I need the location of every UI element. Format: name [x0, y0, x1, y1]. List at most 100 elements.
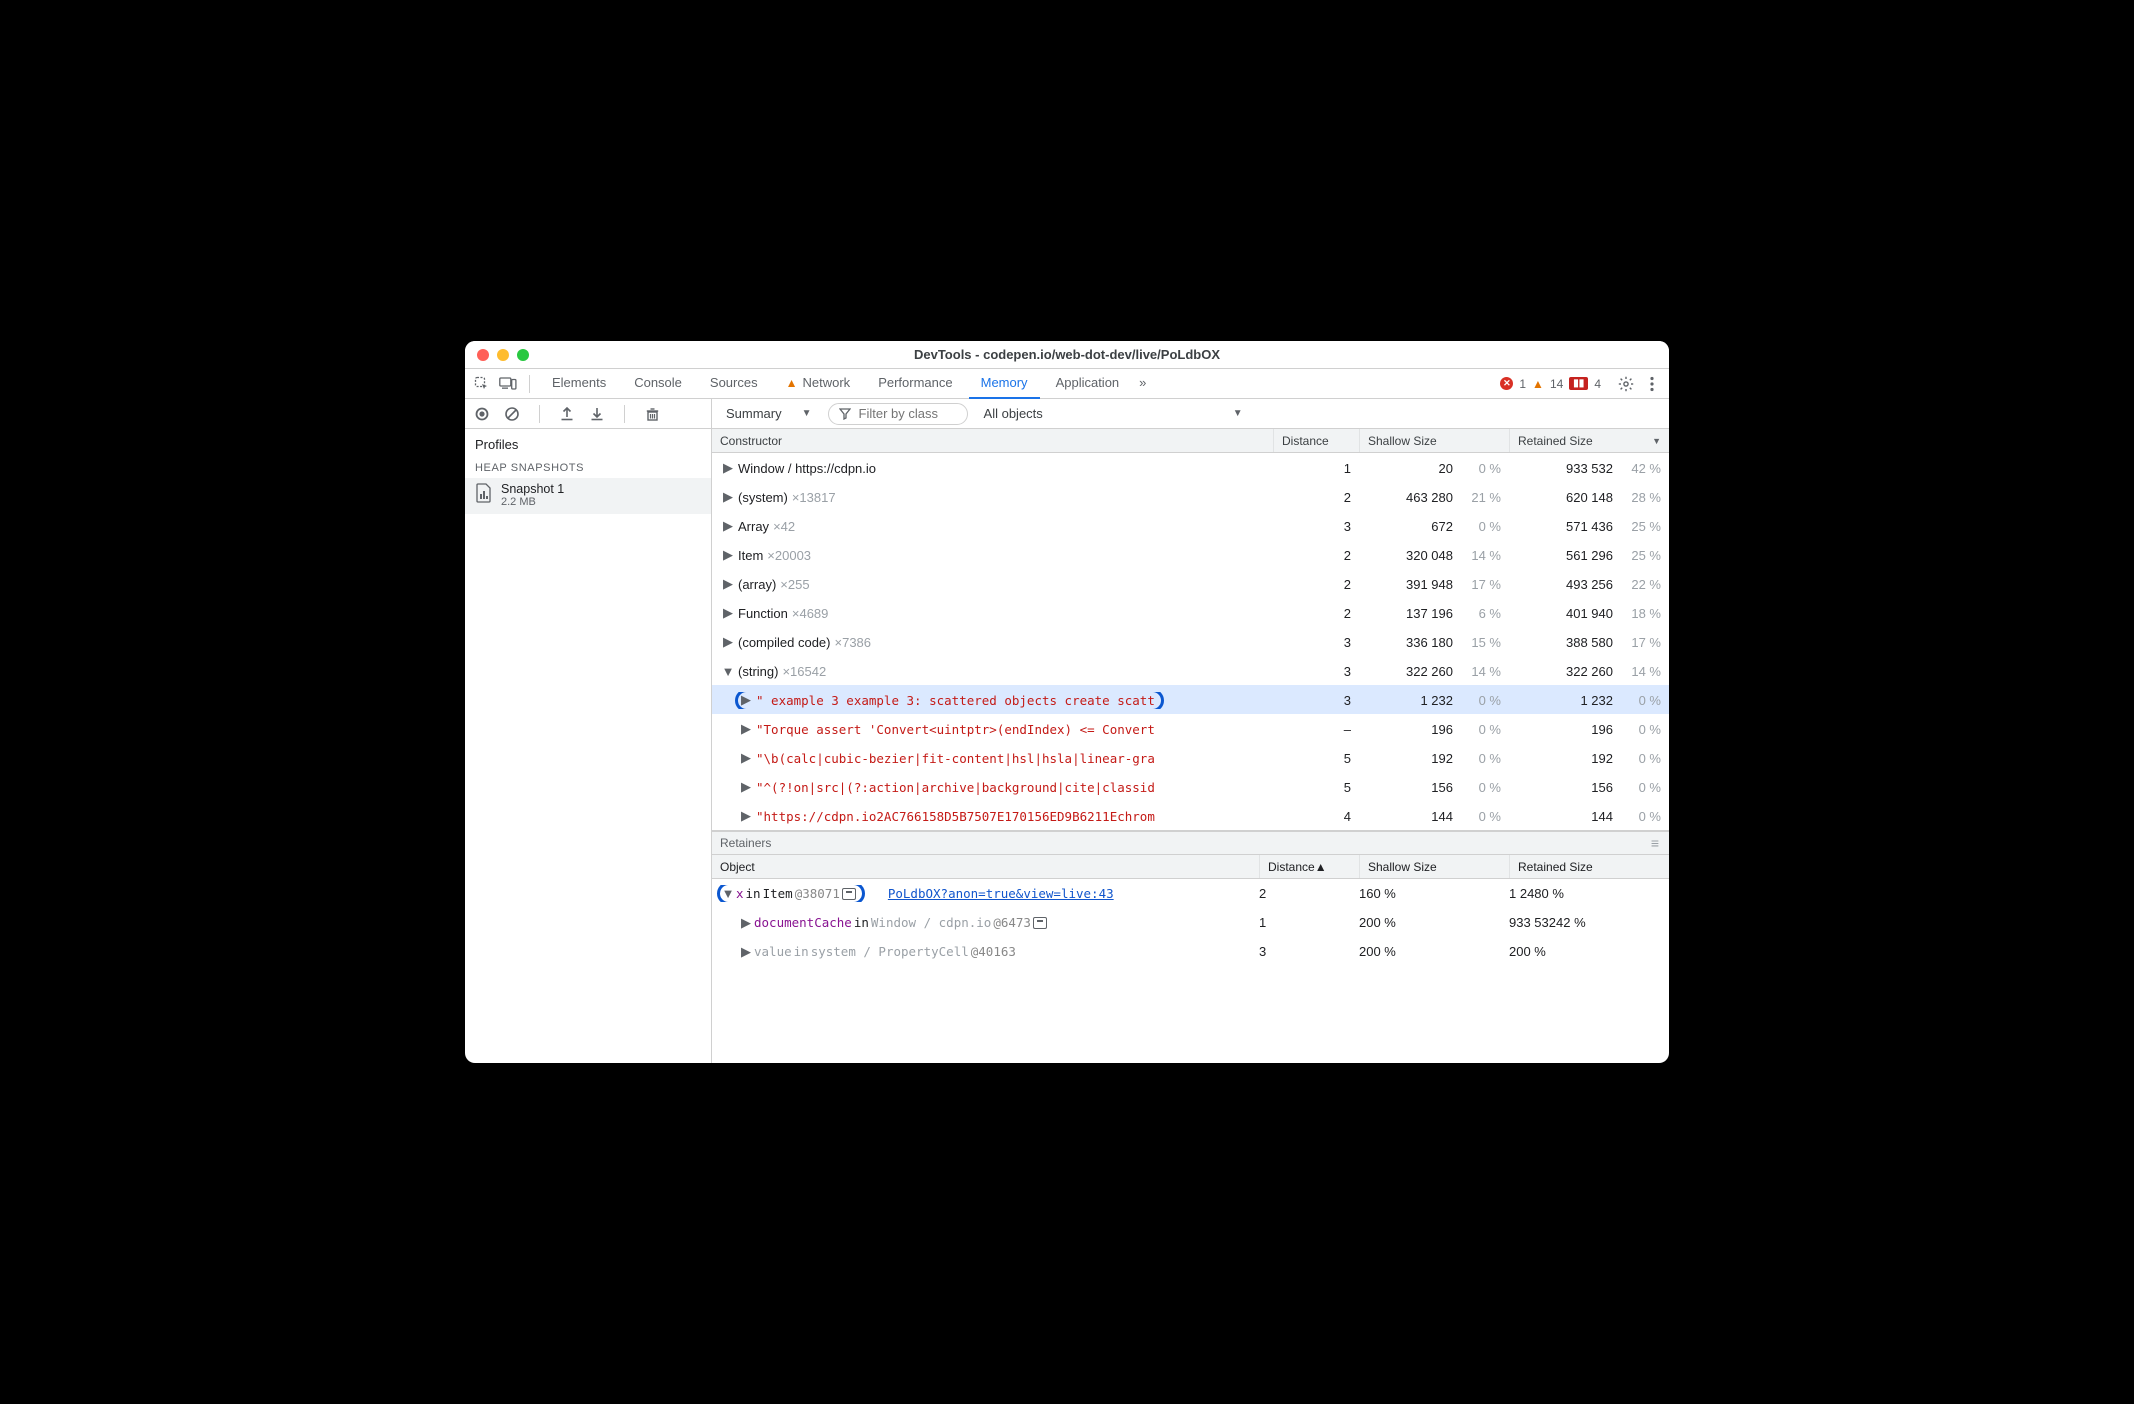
load-icon[interactable] — [558, 405, 576, 423]
table-row[interactable]: ▶Window / https://cdpn.io1200 %933 53242… — [712, 453, 1669, 482]
retainer-row[interactable]: ▶documentCache in Window / cdpn.io @6473… — [712, 908, 1669, 937]
close-window-icon[interactable] — [477, 349, 489, 361]
class-filter-input[interactable] — [828, 403, 968, 425]
table-row[interactable]: ▶Function ×46892137 1966 %401 94018 % — [712, 598, 1669, 627]
chevron-right-icon[interactable]: ▶ — [722, 520, 734, 532]
table-row[interactable]: ▶Array ×4236720 %571 43625 % — [712, 511, 1669, 540]
summary-dropdown[interactable]: Summary ▼ — [720, 404, 818, 423]
cell-distance: 3 — [1259, 944, 1359, 959]
retainers-header: Retainers ≡ — [712, 831, 1669, 855]
chevron-right-icon[interactable]: ▶ — [740, 781, 752, 793]
separator — [529, 375, 530, 393]
row-content: ▶(array) ×255 — [720, 576, 816, 593]
inspect-icon[interactable] — [471, 373, 493, 395]
chevron-right-icon[interactable]: ▶ — [722, 636, 734, 648]
row-constructor-name: Window / https://cdpn.io — [738, 461, 876, 476]
table-row[interactable]: ▶"\b(calc|cubic-bezier|fit-content|hsl|h… — [712, 743, 1669, 772]
source-link[interactable]: PoLdbOX?anon=true&view=live:43 — [888, 886, 1114, 901]
titlebar: DevTools - codepen.io/web-dot-dev/live/P… — [465, 341, 1669, 369]
kebab-menu-icon[interactable] — [1641, 373, 1663, 395]
allobjects-dropdown[interactable]: All objects ▼ — [978, 404, 1249, 423]
retainers-table-header: Object Distance ▲ Shallow Size Retained … — [712, 855, 1669, 879]
class-filter-field[interactable] — [857, 405, 957, 422]
device-toggle-icon[interactable] — [497, 373, 519, 395]
col-shallow[interactable]: Shallow Size — [1359, 429, 1509, 452]
gear-icon[interactable] — [1615, 373, 1637, 395]
retainers-title: Retainers — [720, 836, 771, 850]
row-constructor-name: Function — [738, 606, 788, 621]
chevron-right-icon[interactable]: ▶ — [722, 578, 734, 590]
popout-icon[interactable] — [842, 888, 856, 900]
chevron-right-icon[interactable]: ▶ — [740, 723, 752, 735]
retainer-property: x — [736, 886, 744, 901]
tab-performance[interactable]: Performance — [866, 369, 964, 399]
table-body[interactable]: ▶Window / https://cdpn.io1200 %933 53242… — [712, 453, 1669, 831]
chevron-right-icon[interactable]: ▶ — [740, 946, 752, 958]
row-count: ×4689 — [792, 606, 829, 621]
cell-distance: 2 — [1259, 886, 1359, 901]
row-string-value: "https://cdpn.io2AC766158D5B7507E170156E… — [756, 809, 1155, 824]
cell-distance: – — [1273, 722, 1359, 737]
tab-console[interactable]: Console — [622, 369, 694, 399]
left-sidebar: Profiles HEAP SNAPSHOTS Snapshot 1 2.2 M… — [465, 399, 712, 1063]
table-row[interactable]: ▶(compiled code) ×73863336 18015 %388 58… — [712, 627, 1669, 656]
table-row[interactable]: ▶Item ×200032320 04814 %561 29625 % — [712, 540, 1669, 569]
record-icon[interactable] — [473, 405, 491, 423]
table-row[interactable]: ▶"^(?!on|src|(?:action|archive|backgroun… — [712, 772, 1669, 801]
rcol-object[interactable]: Object — [712, 855, 1259, 878]
tab-elements[interactable]: Elements — [540, 369, 618, 399]
tabs-more[interactable]: » — [1135, 369, 1150, 399]
chevron-right-icon[interactable]: ▶ — [740, 917, 752, 929]
table-row[interactable]: ▶" example 3 example 3: scattered object… — [712, 685, 1669, 714]
save-icon[interactable] — [588, 405, 606, 423]
constructors-table: Constructor Distance Shallow Size Retain… — [712, 429, 1669, 1063]
row-content: ▶"^(?!on|src|(?:action|archive|backgroun… — [738, 779, 1161, 796]
retainers-menu-icon[interactable]: ≡ — [1651, 835, 1661, 851]
snapshot-item[interactable]: Snapshot 1 2.2 MB — [465, 478, 711, 514]
table-row[interactable]: ▶ "Torque assert 'Convert<uintptr>(endInd… — [712, 714, 1669, 743]
rcol-distance[interactable]: Distance ▲ — [1259, 855, 1359, 878]
cell-distance: 5 — [1273, 751, 1359, 766]
chevron-right-icon[interactable]: ▶ — [722, 491, 734, 503]
chevron-down-icon[interactable]: ▼ — [722, 888, 734, 900]
rcol-shallow[interactable]: Shallow Size — [1359, 855, 1509, 878]
chevron-right-icon[interactable]: ▶ — [722, 607, 734, 619]
cell-distance: 2 — [1273, 548, 1359, 563]
table-row[interactable]: ▶(system) ×138172463 28021 %620 14828 % — [712, 482, 1669, 511]
table-row[interactable]: ▶ "https://cdpn.io2AC766158D5B7507E170156… — [712, 801, 1669, 830]
col-constructor[interactable]: Constructor — [712, 429, 1273, 452]
popout-icon[interactable] — [1033, 917, 1047, 929]
cell-distance: 5 — [1273, 780, 1359, 795]
zoom-window-icon[interactable] — [517, 349, 529, 361]
chevron-down-icon[interactable]: ▼ — [722, 665, 734, 677]
col-retained[interactable]: Retained Size ▼ — [1509, 429, 1669, 452]
table-row[interactable]: ▼(string) ×165423322 26014 %322 26014 % — [712, 656, 1669, 685]
tab-sources[interactable]: Sources — [698, 369, 770, 399]
rcol-retained[interactable]: Retained Size — [1509, 855, 1669, 878]
chevron-right-icon[interactable]: ▶ — [740, 694, 752, 706]
gc-icon[interactable] — [643, 405, 661, 423]
tab-network[interactable]: ▲ Network — [774, 369, 863, 399]
row-constructor-name: (array) — [738, 577, 776, 592]
status-counts[interactable]: ✕1 ▲14 ▮▮4 — [1500, 377, 1601, 391]
row-string-value: "Torque assert 'Convert<uintptr>(endInde… — [756, 722, 1155, 737]
chevron-right-icon[interactable]: ▶ — [722, 462, 734, 474]
row-count: ×20003 — [767, 548, 811, 563]
row-content: ▶ Function ×4689 — [720, 605, 834, 622]
tab-memory[interactable]: Memory — [969, 369, 1040, 399]
row-content: ▶"\b(calc|cubic-bezier|fit-content|hsl|h… — [738, 750, 1161, 767]
minimize-window-icon[interactable] — [497, 349, 509, 361]
chevron-right-icon[interactable]: ▶ — [740, 752, 752, 764]
tab-application[interactable]: Application — [1044, 369, 1132, 399]
retainer-row[interactable]: ▼x in Item @38071 PoLdbOX?anon=true&view… — [712, 879, 1669, 908]
chevron-right-icon[interactable]: ▶ — [740, 810, 752, 822]
retainers-body[interactable]: ▼x in Item @38071 PoLdbOX?anon=true&view… — [712, 879, 1669, 999]
cell-distance: 2 — [1273, 577, 1359, 592]
col-retained-label: Retained Size — [1518, 434, 1593, 448]
cell-distance: 3 — [1273, 664, 1359, 679]
retainer-row[interactable]: ▶value in system / PropertyCell @4016332… — [712, 937, 1669, 966]
table-row[interactable]: ▶(array) ×2552391 94817 %493 25622 % — [712, 569, 1669, 598]
clear-icon[interactable] — [503, 405, 521, 423]
chevron-right-icon[interactable]: ▶ — [722, 549, 734, 561]
col-distance[interactable]: Distance — [1273, 429, 1359, 452]
